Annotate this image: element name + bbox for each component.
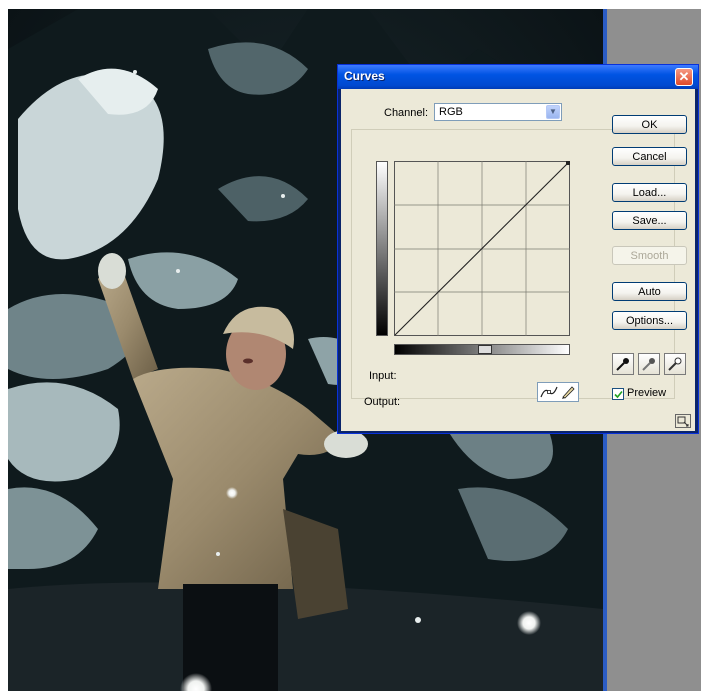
gray-eyedropper-button[interactable]: [638, 353, 660, 375]
input-label: Input:: [369, 370, 397, 382]
output-gradient-bar: [376, 161, 388, 336]
black-eyedropper-button[interactable]: [612, 353, 634, 375]
gradient-toggle-icon[interactable]: [478, 345, 492, 354]
curves-dialog: Curves ✕ Channel: RGB ▼ Input: Output: O…: [337, 64, 699, 434]
ok-button[interactable]: OK: [612, 115, 687, 134]
cancel-button[interactable]: Cancel: [612, 147, 687, 166]
close-icon: ✕: [678, 69, 690, 84]
dialog-title-bar[interactable]: Curves ✕: [338, 65, 698, 89]
checkmark-icon: [614, 390, 623, 399]
white-eyedropper-button[interactable]: [664, 353, 686, 375]
output-label: Output:: [364, 396, 401, 408]
smooth-button[interactable]: Smooth: [612, 246, 687, 265]
auto-button[interactable]: Auto: [612, 282, 687, 301]
curve-tool-group: [537, 382, 579, 402]
preview-checkbox[interactable]: [612, 388, 624, 400]
chevron-down-icon[interactable]: ▼: [546, 105, 560, 119]
expand-view-icon[interactable]: [675, 414, 691, 428]
eyedropper-gray-icon: [642, 358, 655, 371]
preview-label: Preview: [627, 387, 667, 399]
channel-label: Channel:: [384, 107, 429, 119]
curve-graph[interactable]: [394, 161, 570, 336]
curve-point-icon[interactable]: [540, 385, 558, 399]
dialog-title: Curves: [344, 69, 385, 83]
save-button[interactable]: Save...: [612, 211, 687, 230]
pencil-icon[interactable]: [560, 385, 576, 399]
channel-value: RGB: [439, 106, 463, 118]
dialog-body: Channel: RGB ▼ Input: Output: OK Cancel …: [341, 89, 695, 431]
options-button[interactable]: Options...: [612, 311, 687, 330]
load-button[interactable]: Load...: [612, 183, 687, 202]
close-button[interactable]: ✕: [675, 68, 693, 86]
eyedropper-white-icon: [668, 357, 682, 371]
eyedropper-black-icon: [616, 358, 629, 371]
channel-select[interactable]: RGB ▼: [434, 103, 562, 121]
